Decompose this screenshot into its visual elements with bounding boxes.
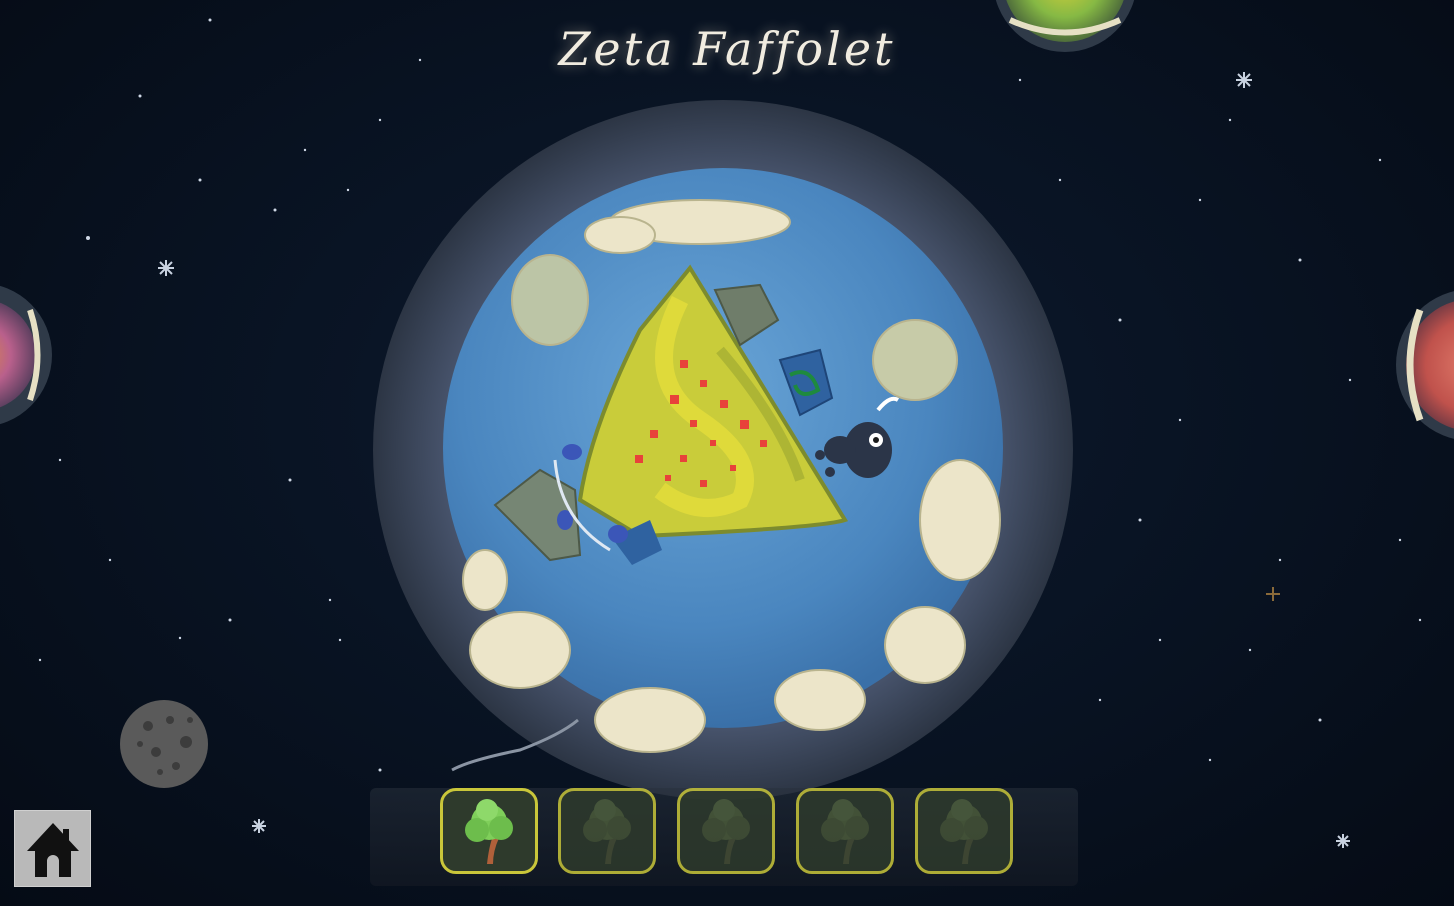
tree-icon (940, 799, 988, 864)
tool-slot-1[interactable] (440, 788, 538, 874)
moon[interactable] (120, 700, 208, 788)
purple-planet[interactable] (0, 283, 52, 427)
red-planet[interactable] (1396, 289, 1454, 441)
tool-slot-5[interactable] (915, 788, 1013, 874)
tree-icon (821, 799, 869, 864)
tool-slot-4[interactable] (796, 788, 894, 874)
planet-name-title: Zeta Faffolet (558, 22, 896, 76)
sparkle-star-icon (1266, 587, 1280, 601)
tree-icon (465, 799, 513, 864)
home-icon (26, 822, 79, 877)
home-button[interactable] (14, 810, 91, 887)
tree-icon (583, 799, 631, 864)
main-planet[interactable] (373, 100, 1073, 800)
tool-slot-3[interactable] (677, 788, 775, 874)
tree-icon (702, 799, 750, 864)
tool-slot-2[interactable] (558, 788, 656, 874)
space-scene (0, 0, 1454, 848)
